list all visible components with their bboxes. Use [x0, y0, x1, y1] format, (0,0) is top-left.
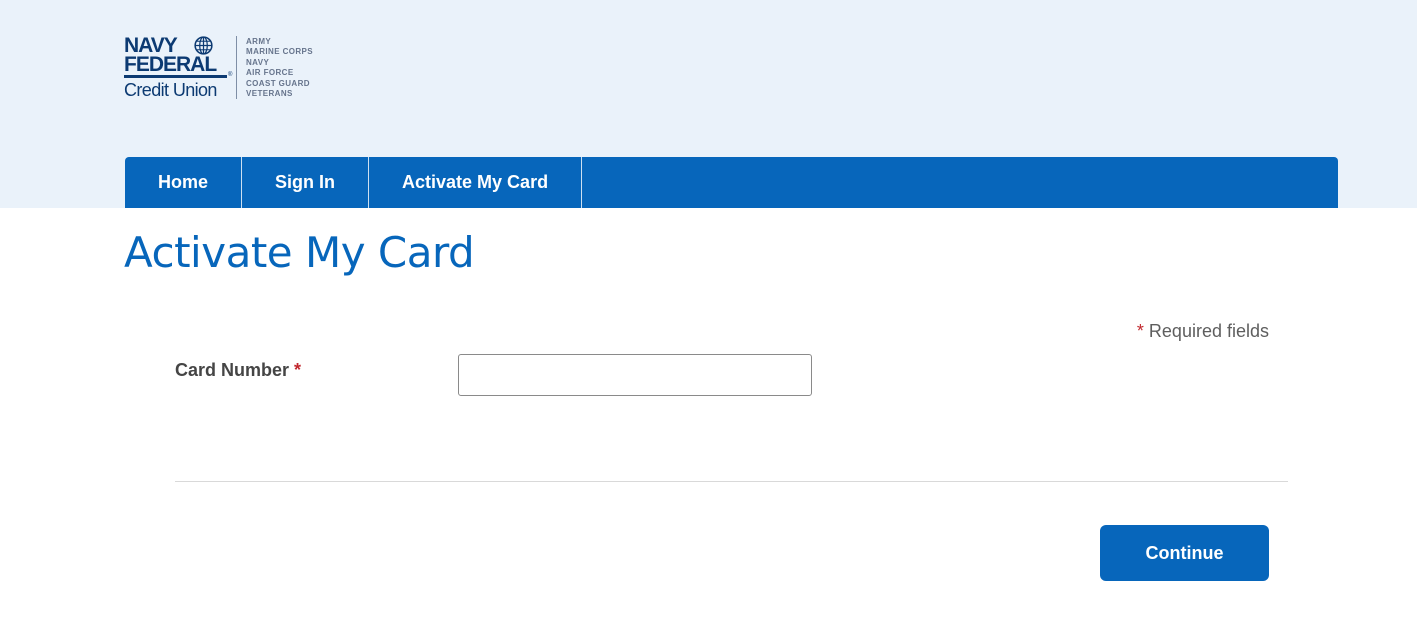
logo-branch: MARINE CORPS — [246, 47, 314, 57]
required-asterisk: * — [1136, 321, 1144, 341]
logo-branch: AIR FORCE — [246, 68, 294, 78]
logo-branch: COAST GUARD — [246, 78, 310, 88]
main-nav: Home Sign In Activate My Card — [125, 157, 1338, 208]
logo-underline — [124, 75, 227, 78]
card-number-label-text: Card Number — [175, 360, 290, 380]
logo-branch: ARMY — [246, 37, 272, 46]
card-number-input[interactable] — [458, 354, 812, 396]
logo-text-federal: FEDERAL — [124, 53, 217, 76]
nav-item-activate-my-card[interactable]: Activate My Card — [369, 157, 583, 208]
required-fields-note: * Required fields — [1137, 321, 1269, 342]
logo-branch: NAVY — [246, 57, 270, 67]
nav-item-sign-in[interactable]: Sign In — [242, 157, 370, 208]
card-number-label: Card Number * — [175, 360, 301, 381]
registered-mark: ® — [228, 72, 233, 78]
logo-text-credit-union: Credit Union — [124, 80, 217, 100]
logo-divider — [236, 36, 237, 99]
required-asterisk: * — [294, 360, 302, 380]
logo-branch-list: ARMY MARINE CORPS NAVY AIR FORCE COAST G… — [246, 37, 313, 99]
continue-button[interactable]: Continue — [1100, 525, 1269, 581]
nav-item-home[interactable]: Home — [125, 157, 243, 208]
logo-branch: VETERANS — [246, 89, 293, 99]
page-title: Activate My Card — [124, 228, 475, 277]
form-divider — [175, 481, 1288, 482]
required-fields-text: Required fields — [1148, 321, 1269, 341]
